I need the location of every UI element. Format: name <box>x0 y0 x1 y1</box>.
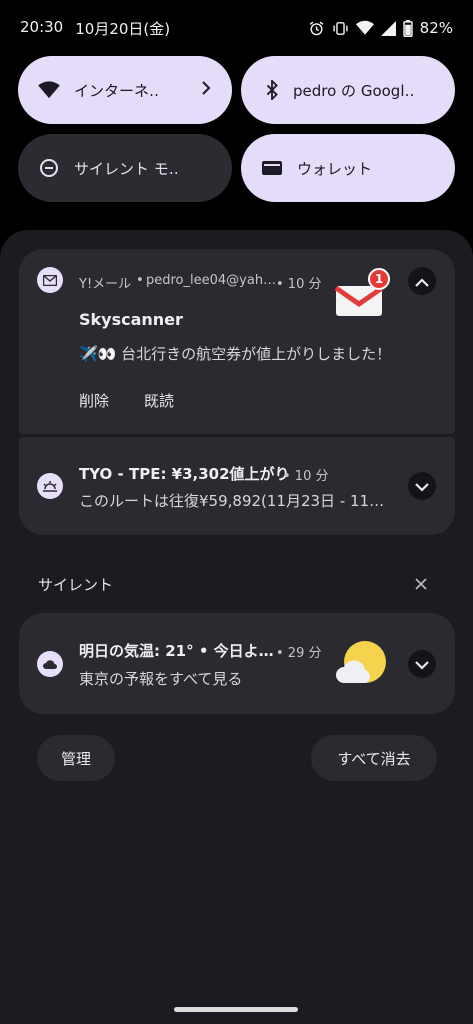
battery-icon <box>402 19 413 37</box>
battery-percent: 82% <box>419 19 453 37</box>
mail-icon <box>37 267 63 293</box>
notification-title: Skyscanner <box>79 310 183 329</box>
notification-title: TYO - TPE: ¥3,302値上がり <box>79 465 290 483</box>
collapse-button[interactable] <box>408 267 436 295</box>
chevron-down-icon <box>415 655 429 674</box>
chevron-right-icon[interactable] <box>200 81 214 99</box>
cloud-icon <box>37 651 63 677</box>
sunrise-icon <box>37 473 63 499</box>
notification-separator: • <box>136 273 144 288</box>
clear-all-button[interactable]: すべて消去 <box>311 735 437 781</box>
chevron-down-icon <box>415 477 429 496</box>
unread-badge: 1 <box>368 268 390 290</box>
tile-label: ウォレット <box>297 159 373 178</box>
vibrate-icon <box>332 20 349 37</box>
weather-notification-card[interactable] <box>19 613 455 714</box>
expand-button[interactable] <box>408 472 436 500</box>
signal-icon <box>380 20 396 36</box>
home-gesture-bar[interactable] <box>174 1007 298 1012</box>
skyscanner-notification-card[interactable] <box>19 437 455 535</box>
chevron-up-icon <box>415 272 429 291</box>
notification-body: ✈️👀 台北行きの航空券が値上がりしました！ <box>79 345 392 363</box>
alarm-icon <box>308 20 325 37</box>
tile-wallet[interactable]: ウォレット <box>241 134 455 202</box>
mark-read-action[interactable]: 既読 <box>144 390 174 411</box>
notification-account: pedro_lee04@yah… <box>146 273 277 288</box>
notification-app-name: Y!メール <box>79 277 132 292</box>
tile-internet[interactable]: インターネ‥ <box>18 56 232 124</box>
tile-label: pedro の Googl‥ <box>293 81 415 100</box>
close-icon[interactable] <box>414 576 428 595</box>
do-not-disturb-icon <box>38 157 60 179</box>
notification-title: 明日の気温: 21° • 今日よ… <box>79 642 274 660</box>
tile-do-not-disturb[interactable]: サイレント モ‥ <box>18 134 232 202</box>
clock: 20:30 <box>20 17 64 36</box>
date: 10月20日(金) <box>75 19 171 38</box>
wallet-icon <box>261 157 283 179</box>
partly-cloudy-icon <box>334 637 388 689</box>
tile-label: インターネ‥ <box>74 81 160 100</box>
notification-body: 東京の予報をすべて見る <box>79 670 243 688</box>
bluetooth-icon <box>261 79 283 101</box>
expand-button[interactable] <box>408 650 436 678</box>
notification-time: • 29 分 <box>276 646 322 661</box>
notification-time: • 10 分 <box>276 277 322 292</box>
manage-button[interactable]: 管理 <box>37 735 115 781</box>
tile-label: サイレント モ‥ <box>74 159 179 178</box>
wifi-icon <box>355 20 374 36</box>
delete-action[interactable]: 削除 <box>79 390 109 411</box>
silent-section-label: サイレント <box>38 576 114 594</box>
notification-time: • 10 分 <box>283 469 329 484</box>
status-bar: 20:30 10月20日(金) 82% <box>0 0 473 56</box>
tile-bluetooth[interactable]: pedro の Googl‥ <box>241 56 455 124</box>
notification-body: このルートは往復¥59,892(11月23日 - 11… <box>79 492 385 510</box>
wifi-icon <box>38 79 60 101</box>
